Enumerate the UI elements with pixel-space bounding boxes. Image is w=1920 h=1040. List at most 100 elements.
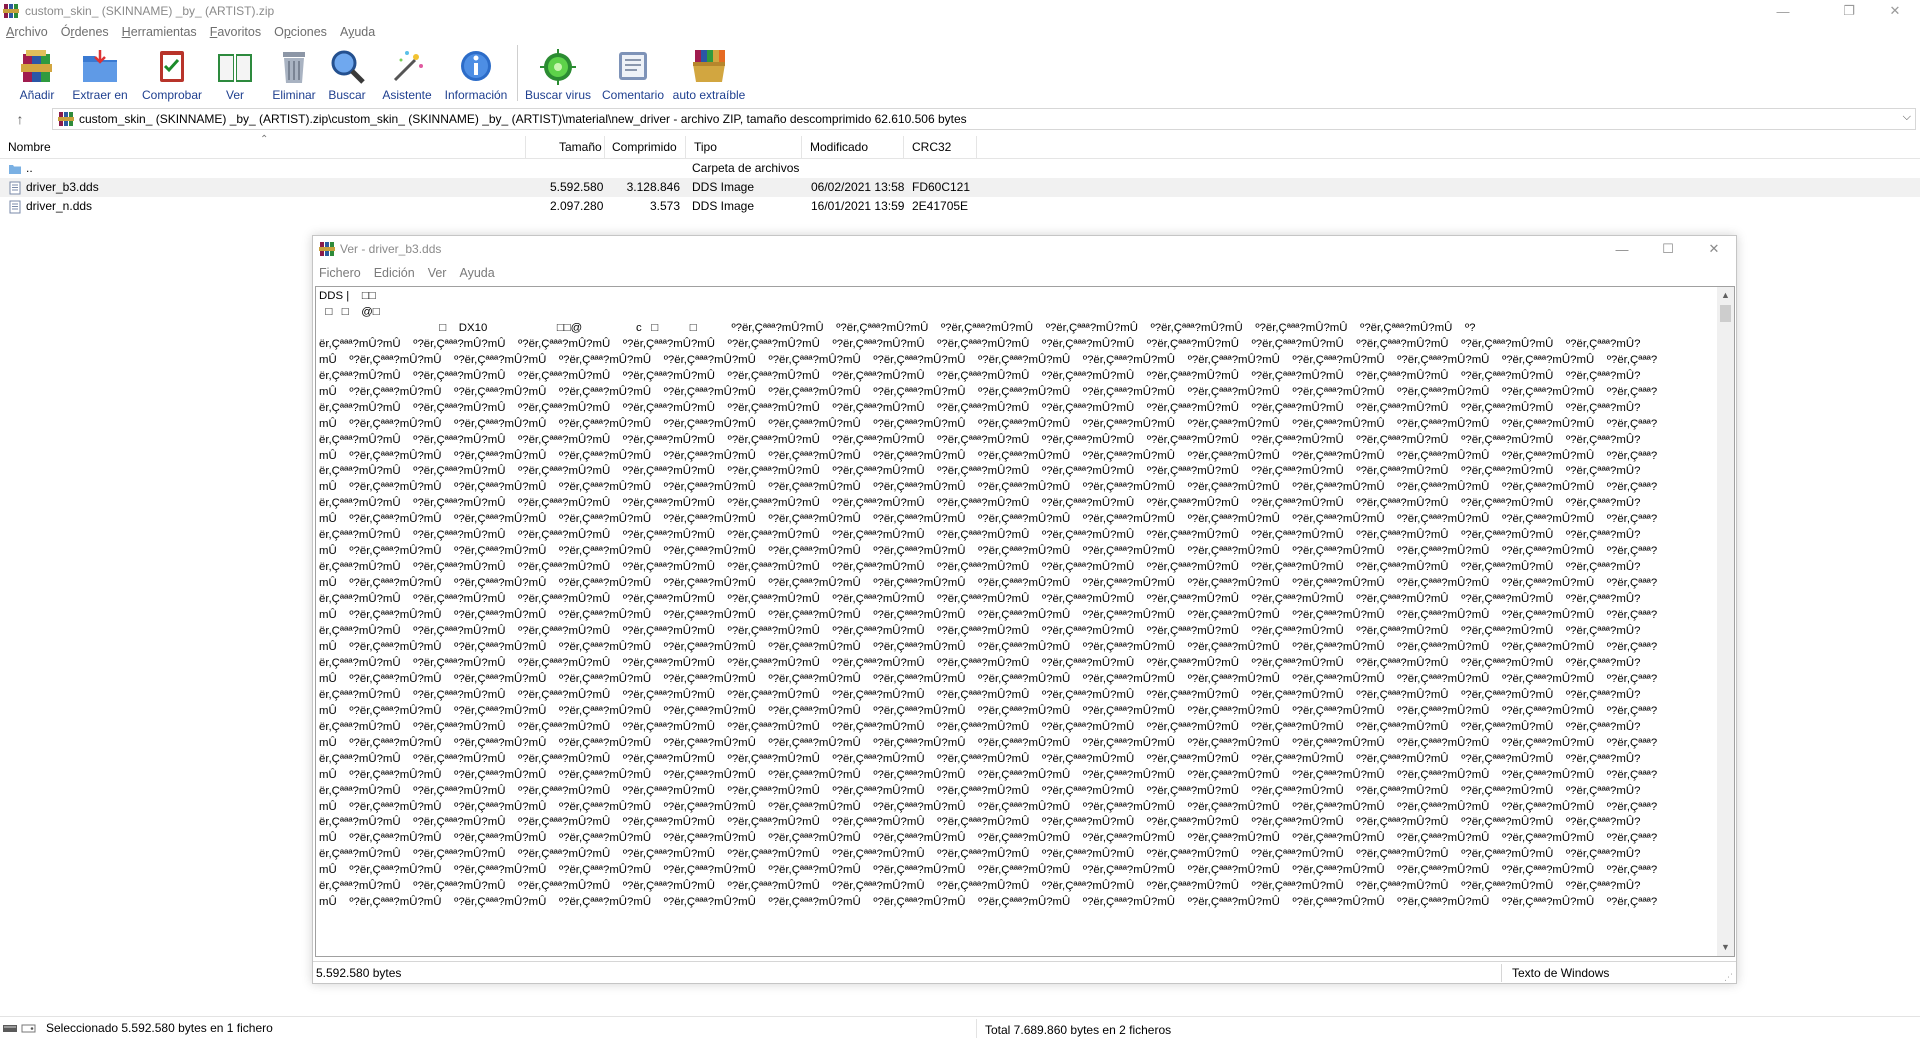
column-packed[interactable]: Comprimido bbox=[604, 136, 686, 159]
trash-icon bbox=[283, 52, 305, 83]
table-row[interactable]: driver_b3.dds 5.592.580 3.128.846 DDS Im… bbox=[0, 178, 1920, 197]
toolbar-separator bbox=[517, 45, 518, 101]
find-button[interactable]: Buscar bbox=[327, 43, 367, 103]
virus-scan-icon bbox=[540, 49, 576, 85]
viewer-title-bar: Ver - driver_b3.dds — ☐ ✕ bbox=[313, 236, 1736, 262]
menu-herramientas[interactable]: Herramientas bbox=[122, 25, 197, 39]
title-bar: custom_skin_ (SKINNAME) _by_ (ARTIST).zi… bbox=[0, 0, 1920, 22]
column-size[interactable]: Tamaño bbox=[551, 136, 605, 159]
comment-icon bbox=[619, 52, 647, 80]
viewer-close-button[interactable]: ✕ bbox=[1691, 236, 1737, 262]
delete-button[interactable]: Eliminar bbox=[271, 43, 317, 103]
maximize-icon: ☐ bbox=[1662, 241, 1674, 256]
winrar-app-icon bbox=[3, 4, 19, 18]
viewer-byte-count: 5.592.580 bytes bbox=[316, 965, 402, 980]
resize-grip-icon[interactable]: ⋰ bbox=[1724, 972, 1734, 982]
file-type: Carpeta de archivos bbox=[692, 161, 800, 175]
status-divider bbox=[1501, 964, 1502, 982]
viewer-minimize-button[interactable]: — bbox=[1599, 236, 1645, 262]
toolbar: Añadir Extraer en Comprobar Ver Eliminar bbox=[0, 43, 1920, 103]
test-button[interactable]: Comprobar bbox=[139, 43, 205, 103]
arrow-up-icon: ↑ bbox=[16, 111, 24, 127]
column-crc32[interactable]: CRC32 bbox=[904, 136, 977, 159]
file-packed: 3.128.846 bbox=[626, 180, 680, 194]
column-modified[interactable]: Modificado bbox=[802, 136, 904, 159]
file-modified: 06/02/2021 13:58 bbox=[811, 180, 905, 194]
scroll-thumb[interactable] bbox=[1720, 305, 1731, 322]
up-folder-button[interactable]: ↑ bbox=[0, 111, 40, 127]
file-type: DDS Image bbox=[692, 180, 755, 194]
minimize-icon: — bbox=[1615, 241, 1629, 257]
address-bar: ↑ custom_skin_ (SKINNAME) _by_ (ARTIST).… bbox=[0, 107, 1920, 131]
selection-status: Seleccionado 5.592.580 bytes en 1 ficher… bbox=[46, 1021, 273, 1035]
scroll-up-icon[interactable]: ▲ bbox=[1717, 287, 1734, 304]
close-icon: ✕ bbox=[1889, 3, 1901, 18]
file-crc: 2E41705E bbox=[912, 199, 969, 213]
winrar-app-icon bbox=[319, 242, 335, 256]
file-icon bbox=[9, 181, 21, 194]
menu-archivo[interactable]: Archivo bbox=[6, 25, 48, 39]
sort-up-icon: ⌃ bbox=[260, 134, 269, 145]
file-modified: 16/01/2021 13:59 bbox=[811, 199, 905, 213]
drive-icon bbox=[3, 1024, 36, 1033]
viewer-menu-ver[interactable]: Ver bbox=[428, 266, 447, 280]
file-name: driver_n.dds bbox=[26, 199, 93, 213]
file-size: 5.592.580 bbox=[550, 180, 604, 194]
scroll-down-icon[interactable]: ▼ bbox=[1717, 939, 1734, 956]
viewer-status-bar: 5.592.580 bytes Texto de Windows ⋰ bbox=[313, 961, 1736, 983]
comment-button[interactable]: Comentario bbox=[600, 43, 666, 103]
zip-archive-icon bbox=[58, 112, 74, 126]
menu-ordenes[interactable]: Órdenes bbox=[61, 25, 109, 39]
file-list-header: Nombre ⌃ Tamaño Comprimido Tipo Modifica… bbox=[0, 134, 1920, 159]
viewer-menu-edicion[interactable]: Edición bbox=[374, 266, 415, 280]
virus-scan-button[interactable]: Buscar virus bbox=[524, 43, 592, 103]
sfx-icon bbox=[693, 50, 725, 82]
restore-icon: ❐ bbox=[1843, 3, 1855, 18]
file-content-text[interactable]: DDS | □□ □ □ @□ □ DX10 □□@ c □ □ º?ër,Çª… bbox=[315, 286, 1717, 957]
add-books-icon bbox=[21, 50, 52, 82]
close-button[interactable]: ✕ bbox=[1872, 0, 1918, 22]
file-packed: 3.573 bbox=[649, 199, 680, 213]
column-type[interactable]: Tipo bbox=[686, 136, 802, 159]
file-icon bbox=[9, 200, 21, 213]
path-field[interactable]: custom_skin_ (SKINNAME) _by_ (ARTIST).zi… bbox=[52, 108, 1916, 130]
menu-bar: Archivo Órdenes Herramientas Favoritos O… bbox=[0, 22, 1920, 42]
menu-ayuda[interactable]: Ayuda bbox=[340, 25, 375, 39]
test-clipboard-icon bbox=[160, 51, 184, 82]
viewer-encoding[interactable]: Texto de Windows bbox=[1512, 966, 1609, 980]
add-button[interactable]: Añadir bbox=[15, 43, 59, 103]
file-crc: FD60C121 bbox=[912, 180, 971, 194]
viewer-maximize-button[interactable]: ☐ bbox=[1645, 236, 1691, 262]
table-row[interactable]: .. Carpeta de archivos bbox=[0, 159, 1920, 178]
minimize-icon: — bbox=[1776, 3, 1790, 19]
folder-icon bbox=[9, 164, 21, 174]
view-book-icon bbox=[218, 54, 252, 82]
minimize-button[interactable]: — bbox=[1760, 0, 1806, 22]
info-icon bbox=[461, 51, 491, 81]
viewer-menu-ayuda[interactable]: Ayuda bbox=[459, 266, 494, 280]
menu-opciones[interactable]: Opciones bbox=[274, 25, 327, 39]
chevron-down-icon[interactable]: ⌵ bbox=[1903, 111, 1911, 124]
file-type: DDS Image bbox=[692, 199, 755, 213]
vertical-scrollbar[interactable]: ▲ ▼ bbox=[1717, 286, 1735, 957]
viewer-menu-bar: Fichero Edición Ver Ayuda bbox=[313, 263, 1736, 283]
sfx-button[interactable]: auto extraíble bbox=[672, 43, 746, 103]
info-button[interactable]: Información bbox=[441, 43, 511, 103]
viewer-menu-fichero[interactable]: Fichero bbox=[319, 266, 361, 280]
file-name: driver_b3.dds bbox=[26, 180, 99, 194]
extract-button[interactable]: Extraer en bbox=[69, 43, 131, 103]
extract-folder-icon bbox=[83, 50, 117, 82]
wizard-wand-icon bbox=[393, 51, 423, 82]
table-row[interactable]: driver_n.dds 2.097.280 3.573 DDS Image 1… bbox=[0, 197, 1920, 216]
status-bar: Seleccionado 5.592.580 bytes en 1 ficher… bbox=[0, 1016, 1920, 1040]
total-status: Total 7.689.860 bytes en 2 ficheros bbox=[985, 1023, 1172, 1037]
path-text: custom_skin_ (SKINNAME) _by_ (ARTIST).zi… bbox=[79, 112, 967, 126]
close-icon: ✕ bbox=[1708, 241, 1720, 256]
menu-favoritos[interactable]: Favoritos bbox=[210, 25, 261, 39]
window-title: custom_skin_ (SKINNAME) _by_ (ARTIST).zi… bbox=[25, 4, 275, 18]
view-button[interactable]: Ver bbox=[215, 43, 255, 103]
restore-button[interactable]: ❐ bbox=[1826, 0, 1872, 22]
status-divider bbox=[976, 1019, 977, 1038]
wizard-button[interactable]: Asistente bbox=[381, 43, 433, 103]
file-size: 2.097.280 bbox=[550, 199, 604, 213]
